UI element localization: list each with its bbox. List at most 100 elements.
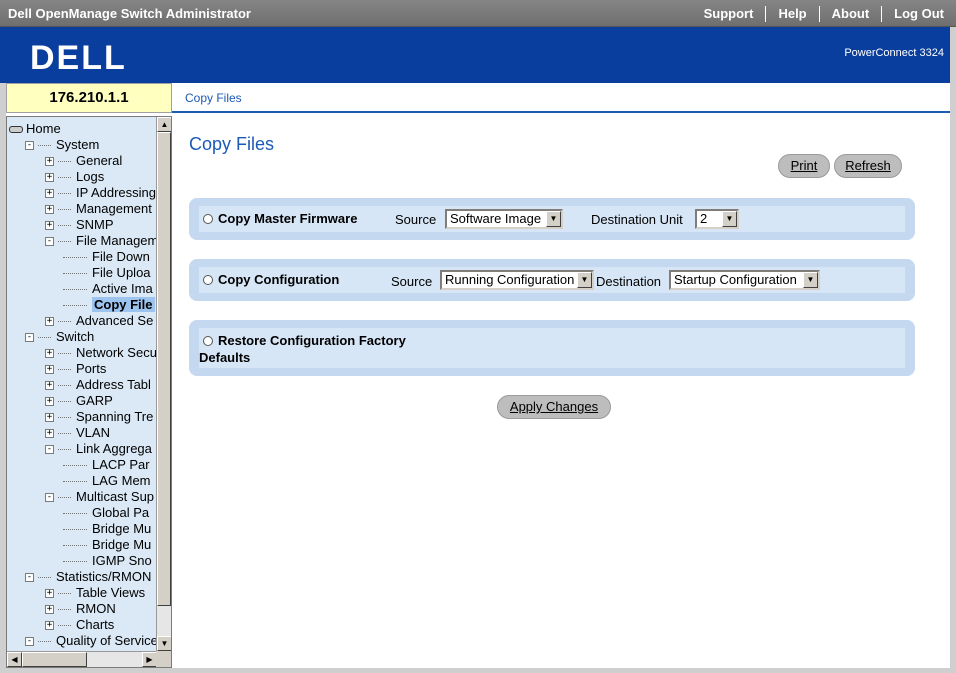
tree-item[interactable]: + RMON	[45, 601, 116, 617]
expand-icon[interactable]: +	[45, 381, 54, 391]
expand-icon[interactable]: +	[45, 157, 54, 167]
tree-connector	[58, 209, 71, 211]
tree-vertical-scrollbar[interactable]: ▲ ▼	[156, 117, 171, 651]
tree-item[interactable]: - File Managem	[45, 233, 157, 249]
breadcrumb-label: Copy Files	[185, 91, 242, 105]
tree-item[interactable]: + Management	[45, 201, 152, 217]
tree-item[interactable]: LACP Par	[63, 457, 150, 473]
collapse-icon[interactable]: -	[45, 493, 54, 503]
radio-button[interactable]	[203, 274, 213, 285]
chevron-down-icon[interactable]: ▼	[803, 272, 818, 288]
copy-configuration-label: Copy Configuration	[218, 272, 340, 287]
restore-defaults-label-line2: Defaults	[199, 350, 251, 365]
expand-icon[interactable]: +	[45, 429, 54, 439]
scroll-right-icon[interactable]: ▶	[142, 652, 157, 667]
tree-item-label: Link Aggrega	[76, 441, 152, 456]
scroll-down-icon[interactable]: ▼	[157, 636, 171, 651]
firmware-source-select[interactable]: Software Image ▼	[445, 209, 563, 229]
copy-configuration-option[interactable]: Copy Configuration	[203, 272, 339, 287]
expand-icon[interactable]: +	[45, 173, 54, 183]
expand-icon[interactable]: +	[45, 621, 54, 631]
tree-item[interactable]: - Quality of Service	[25, 633, 157, 649]
tree-item[interactable]: + GARP	[45, 393, 113, 409]
destination-unit-select[interactable]: 2 ▼	[695, 209, 739, 229]
expand-icon[interactable]: +	[45, 413, 54, 423]
tree-item-label: Ports	[76, 361, 107, 376]
expand-icon[interactable]: +	[45, 349, 54, 359]
collapse-icon[interactable]: -	[25, 333, 34, 343]
expand-icon[interactable]: +	[45, 589, 54, 599]
collapse-icon[interactable]: -	[25, 141, 34, 151]
configuration-source-select[interactable]: Running Configuration ▼	[440, 270, 594, 290]
copy-master-firmware-option[interactable]: Copy Master Firmware	[203, 211, 357, 226]
tree-item[interactable]: - Link Aggrega	[45, 441, 152, 457]
collapse-icon[interactable]: -	[25, 637, 34, 647]
tree-connector	[58, 321, 71, 323]
radio-button[interactable]	[203, 335, 213, 346]
chevron-down-icon[interactable]: ▼	[546, 211, 561, 227]
chevron-down-icon[interactable]: ▼	[722, 211, 737, 227]
collapse-icon[interactable]: -	[45, 445, 54, 455]
scroll-up-icon[interactable]: ▲	[157, 117, 171, 132]
tree-item[interactable]: Copy File	[63, 297, 155, 313]
expand-icon[interactable]: +	[45, 189, 54, 199]
tree-item[interactable]: Bridge Mu	[63, 537, 151, 553]
expand-icon[interactable]: +	[45, 605, 54, 615]
collapse-icon[interactable]: -	[25, 573, 34, 583]
tree-horizontal-scrollbar[interactable]: ◀ ▶	[7, 651, 157, 667]
copy-master-firmware-section: Copy Master Firmware Source Software Ima…	[189, 198, 915, 240]
about-link[interactable]: About	[820, 6, 882, 21]
tree-item[interactable]: LAG Mem	[63, 473, 151, 489]
tree-connector	[58, 161, 71, 163]
expand-icon[interactable]: +	[45, 365, 54, 375]
refresh-button[interactable]: Refresh	[834, 154, 902, 178]
expand-icon[interactable]: +	[45, 221, 54, 231]
tree-item[interactable]: Bridge Mu	[63, 521, 151, 537]
support-link[interactable]: Support	[692, 6, 766, 21]
expand-icon[interactable]: +	[45, 205, 54, 215]
tree-item[interactable]: File Down	[63, 249, 150, 265]
tree-connector	[63, 273, 87, 275]
tree-item[interactable]: + IP Addressing	[45, 185, 156, 201]
tree-item[interactable]: + SNMP	[45, 217, 114, 233]
tree-item[interactable]: + Logs	[45, 169, 104, 185]
copy-configuration-section: Copy Configuration Source Running Config…	[189, 259, 915, 301]
tree-item[interactable]: + Charts	[45, 617, 114, 633]
configuration-destination-select[interactable]: Startup Configuration ▼	[669, 270, 820, 290]
tree-item-label: LACP Par	[92, 457, 150, 472]
tree-item[interactable]: + Address Tabl	[45, 377, 151, 393]
tree-item-label: Management	[76, 201, 152, 216]
tree-item[interactable]: IGMP Sno	[63, 553, 152, 569]
tree-item[interactable]: - Statistics/RMON	[25, 569, 151, 585]
tree-item[interactable]: + General	[45, 153, 122, 169]
scroll-left-icon[interactable]: ◀	[7, 652, 22, 667]
apply-changes-button[interactable]: Apply Changes	[497, 395, 611, 419]
expand-icon[interactable]: +	[45, 317, 54, 327]
tree-item[interactable]: Active Ima	[63, 281, 153, 297]
scroll-thumb-horizontal[interactable]	[22, 652, 87, 667]
tree-item[interactable]: - Switch	[25, 329, 94, 345]
help-link[interactable]: Help	[766, 6, 818, 21]
tree-item[interactable]: Global Pa	[63, 505, 149, 521]
tree-item[interactable]: + Table Views	[45, 585, 145, 601]
scroll-thumb[interactable]	[157, 132, 171, 606]
restore-defaults-option[interactable]: Restore Configuration Factory	[203, 333, 406, 348]
tree-item[interactable]: + VLAN	[45, 425, 110, 441]
tree-item[interactable]: + Network Secu	[45, 345, 157, 361]
expand-icon[interactable]: +	[45, 397, 54, 407]
tree-item-label: File Managem	[76, 233, 157, 248]
tree-item[interactable]: + Ports	[45, 361, 106, 377]
tree-item[interactable]: + Spanning Tre	[45, 409, 153, 425]
tree-item[interactable]: + Advanced Se	[45, 313, 153, 329]
tree-item[interactable]: - System	[25, 137, 99, 153]
tree-item[interactable]: File Uploa	[63, 265, 151, 281]
tree-item[interactable]: Home	[9, 121, 61, 137]
collapse-icon[interactable]: -	[45, 237, 54, 247]
device-ip: 176.210.1.1	[6, 83, 172, 113]
logout-link[interactable]: Log Out	[882, 6, 956, 21]
radio-button[interactable]	[203, 213, 213, 224]
chevron-down-icon[interactable]: ▼	[577, 272, 592, 288]
print-button[interactable]: Print	[778, 154, 830, 178]
tree-connector	[63, 529, 87, 531]
tree-item[interactable]: - Multicast Sup	[45, 489, 154, 505]
